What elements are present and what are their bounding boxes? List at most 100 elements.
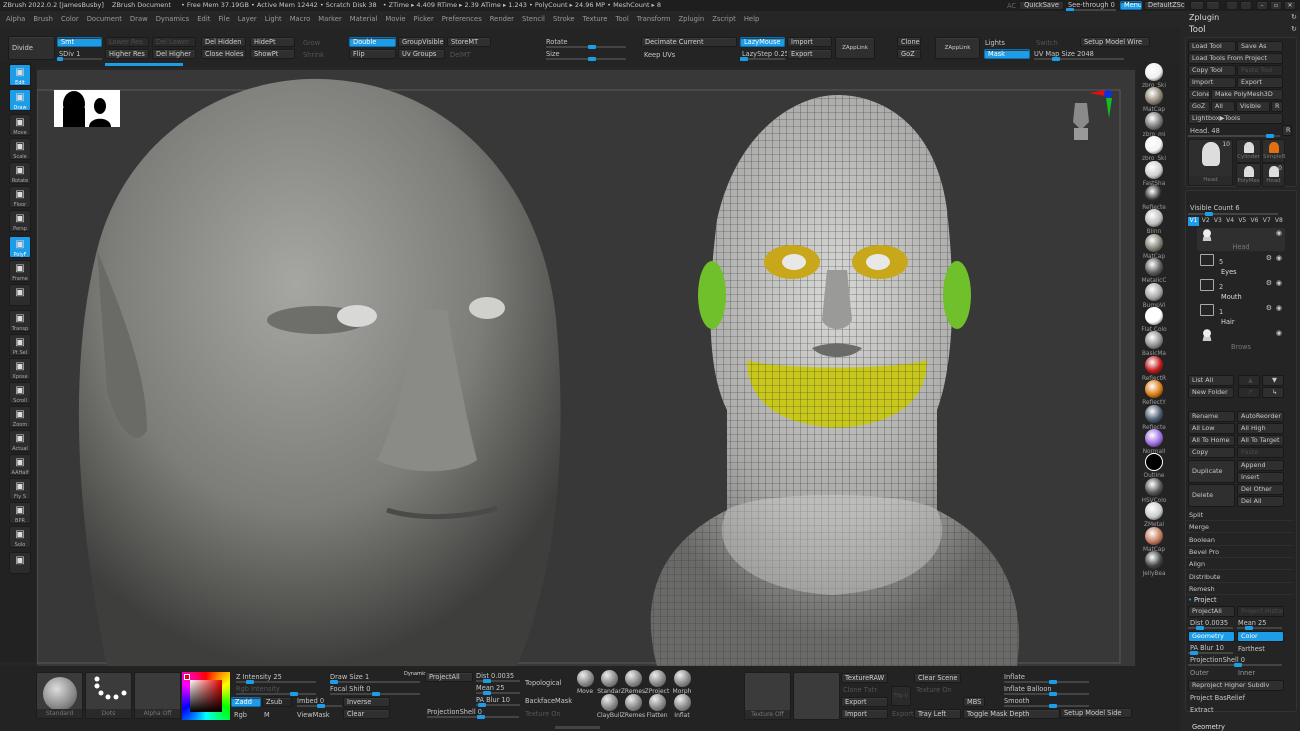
brush-flatten-button[interactable]: Flatten — [644, 694, 670, 719]
export-button[interactable]: Export — [787, 49, 832, 59]
menu-color[interactable]: Color — [61, 15, 79, 23]
switch-button[interactable]: Switch — [1036, 39, 1058, 47]
section-distribute[interactable]: Distribute — [1186, 571, 1294, 583]
smooth-slider[interactable]: Smooth — [1004, 697, 1029, 705]
delmt-button[interactable]: DelMT — [450, 51, 471, 59]
geometry-section-header[interactable]: Geometry — [1192, 723, 1225, 731]
see-through-slider[interactable]: See-through 0 — [1068, 1, 1115, 9]
left-shelf-camera-icon-button[interactable]: ▣ — [9, 284, 31, 306]
menu-stroke[interactable]: Stroke — [553, 15, 575, 23]
subtool-version-v1[interactable]: V1 — [1188, 217, 1199, 226]
restore-button[interactable]: ▫ — [1270, 1, 1282, 10]
menu-preferences[interactable]: Preferences — [442, 15, 482, 23]
insert-button[interactable]: Insert — [1237, 472, 1284, 483]
bottom-texture-on-toggle[interactable]: Texture On — [525, 710, 561, 718]
menu-draw[interactable]: Draw — [130, 15, 148, 23]
list-all-button[interactable]: List All — [1188, 375, 1234, 386]
delete-button[interactable]: Delete — [1188, 484, 1235, 507]
del-hidden-button[interactable]: Del Hidden — [201, 37, 246, 47]
lightbox-tools-button[interactable]: Lightbox▶Tools — [1188, 113, 1283, 124]
left-shelf-zoom-button[interactable]: ▣ Zoom — [9, 406, 31, 428]
tool-import-button[interactable]: Import — [1188, 77, 1236, 88]
color-picker[interactable] — [182, 672, 230, 720]
copy-subtool-button[interactable]: Copy — [1188, 447, 1235, 458]
all-high-button[interactable]: All High — [1237, 423, 1284, 434]
left-shelf-edit-button[interactable]: ▣ Edit — [9, 64, 31, 86]
uv-map-size-knob[interactable] — [1052, 57, 1060, 61]
subtool-version-v8[interactable]: V8 — [1273, 217, 1284, 226]
left-shelf-rotate-button[interactable]: ▣ Rotate — [9, 162, 31, 184]
decimate-current-button[interactable]: Decimate Current — [641, 37, 737, 47]
viewmask-button[interactable]: ViewMask — [297, 711, 330, 719]
rgb-toggle[interactable]: Rgb — [234, 711, 247, 719]
brush-zremes-button[interactable]: ZRemes — [620, 694, 646, 719]
flip-v-button[interactable]: Flip V — [891, 686, 911, 706]
menu-picker[interactable]: Picker — [414, 15, 434, 23]
texture-on-button-2[interactable]: Texture On — [916, 686, 952, 694]
texture-import-button[interactable]: Import — [841, 709, 888, 719]
menu-tool[interactable]: Tool — [616, 15, 629, 23]
bottom-dist-slider[interactable]: Dist 0.0035 — [476, 672, 514, 680]
left-shelf-cube-icon-button[interactable]: ▣ — [9, 552, 31, 574]
tool-thumbnail[interactable]: Cylinder — [1236, 139, 1261, 163]
move-down-button[interactable]: ▼ — [1262, 375, 1284, 386]
move-up-folder-button[interactable]: ↱ — [1238, 387, 1260, 398]
menu-zscript[interactable]: Zscript — [712, 15, 736, 23]
left-shelf-polyf-button[interactable]: ▣ PolyF — [9, 236, 31, 258]
tool-goz-button[interactable]: GoZ — [1188, 101, 1210, 112]
left-shelf-frame-button[interactable]: ▣ Frame — [9, 260, 31, 282]
rgb-intensity-slider[interactable]: Rgb Intensity — [236, 685, 280, 693]
inverse-button[interactable]: Inverse — [343, 697, 390, 707]
visibility-eye-icon[interactable]: ◉ — [1276, 329, 1282, 337]
visibility-eye-icon[interactable]: ◉ — [1276, 254, 1282, 262]
project-history-button[interactable]: Project History — [1237, 606, 1284, 617]
tool-clone-button[interactable]: Clone — [1188, 89, 1210, 100]
left-shelf-solo-button[interactable]: ▣ Solo — [9, 526, 31, 548]
tray-left-button[interactable]: Tray Left — [914, 709, 961, 719]
outer-toggle[interactable]: Outer — [1190, 669, 1209, 677]
visibility-eye-icon[interactable]: ◉ — [1276, 229, 1282, 237]
mask-toggle[interactable]: Mask — [984, 49, 1030, 59]
imbed-knob[interactable] — [317, 704, 325, 708]
load-tool-button[interactable]: Load Tool — [1188, 41, 1236, 52]
subtool-version-v4[interactable]: V4 — [1225, 217, 1236, 226]
pa-blur-knob[interactable] — [1190, 651, 1198, 655]
bottom-project-all-button[interactable]: ProjectAll — [425, 672, 473, 682]
dist-knob[interactable] — [1196, 626, 1204, 630]
menu-marker[interactable]: Marker — [318, 15, 342, 23]
uv-map-size-slider[interactable]: UV Map Size 2048 — [1034, 50, 1094, 58]
z-intensity-slider[interactable]: Z Intensity 25 — [236, 673, 282, 681]
menu-transform[interactable]: Transform — [637, 15, 671, 23]
rotate-knob[interactable] — [588, 45, 596, 49]
duplicate-button[interactable]: Duplicate — [1188, 460, 1235, 483]
smt-toggle[interactable]: Smt — [57, 37, 102, 47]
higher-res-button[interactable]: Higher Res — [105, 49, 149, 59]
z-intensity-knob[interactable] — [246, 680, 254, 684]
menu-layer[interactable]: Layer — [238, 15, 257, 23]
visibility-eye-icon[interactable]: ◉ — [1276, 279, 1282, 287]
draw-size-knob[interactable] — [330, 680, 338, 684]
bottom-projection-shell-knob[interactable] — [477, 715, 485, 719]
menu-file[interactable]: File — [218, 15, 229, 23]
subtool-item[interactable]: 5 Eyes ◉ ⚙ — [1197, 253, 1285, 276]
project-geometry-toggle[interactable]: Geometry — [1188, 631, 1235, 642]
rgb-intensity-knob[interactable] — [290, 692, 298, 696]
clear-mask-button[interactable]: Clear — [343, 709, 390, 719]
brush-inflat-button[interactable]: Inflat — [669, 694, 695, 719]
left-shelf-pt-sel-button[interactable]: ▣ Pt Sel — [9, 334, 31, 356]
project-color-toggle[interactable]: Color — [1237, 631, 1284, 642]
subtool-item[interactable]: 2 Mouth ◉ ⚙ — [1197, 278, 1285, 301]
visible-count-knob[interactable] — [1205, 212, 1213, 216]
section-align[interactable]: Align — [1186, 558, 1294, 571]
copy-tool-button[interactable]: Copy Tool — [1188, 65, 1236, 76]
visibility-eye-icon[interactable]: ◉ — [1276, 304, 1282, 312]
autoreorder-button[interactable]: AutoReorder — [1237, 411, 1284, 422]
project-section-header[interactable]: • Project — [1188, 596, 1217, 604]
zsub-toggle[interactable]: Zsub — [262, 697, 292, 707]
lazystep-slider[interactable]: LazyStep 0.25 — [742, 50, 789, 58]
folder-gear-icon[interactable]: ⚙ — [1266, 279, 1272, 287]
canvas-viewport[interactable] — [37, 70, 1135, 666]
rename-button[interactable]: Rename — [1188, 411, 1235, 422]
tool-all-button[interactable]: All — [1211, 101, 1235, 112]
alpha-selector[interactable]: Alpha Off — [134, 672, 181, 719]
